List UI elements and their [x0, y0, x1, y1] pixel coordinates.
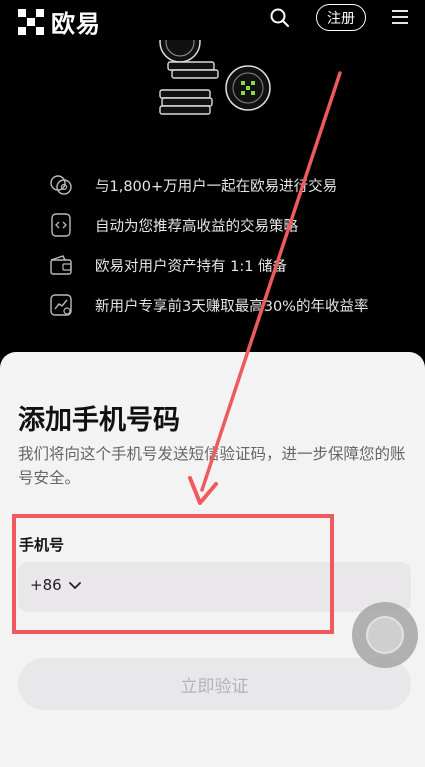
wallet-icon	[47, 251, 75, 279]
annotation-highlight-box	[12, 514, 334, 634]
brand-logo[interactable]: 欧易	[17, 4, 101, 39]
brand-name: 欧易	[51, 10, 101, 38]
feature-text: 欧易对用户资产持有 1:1 储备	[95, 258, 288, 275]
sheet-title: 添加手机号码	[18, 405, 180, 436]
feature-text: 与1,800+万用户一起在欧易进行交易	[95, 178, 338, 195]
feature-text: 新用户专享前3天赚取最高30%的年收益率	[95, 298, 369, 315]
feature-item: 新用户专享前3天赚取最高30%的年收益率	[47, 288, 387, 322]
signup-button[interactable]: 注册	[316, 4, 366, 31]
verify-button[interactable]: 立即验证	[18, 658, 411, 710]
assistive-touch-icon	[366, 616, 404, 654]
floating-assistive-button[interactable]	[352, 602, 418, 668]
sheet-description: 我们将向这个手机号发送短信验证码，进一步保障您的账号安全。	[18, 445, 406, 487]
strategy-doc-icon	[47, 211, 75, 239]
feature-text: 自动为您推荐高收益的交易策略	[95, 218, 298, 235]
top-bar: 欧易 注册	[0, 0, 425, 40]
feature-item: 欧易对用户资产持有 1:1 储备	[47, 248, 387, 282]
feature-item: 与1,800+万用户一起在欧易进行交易	[47, 168, 387, 202]
search-icon[interactable]	[268, 6, 292, 30]
users-coin-icon	[47, 171, 75, 199]
chart-badge-icon	[47, 291, 75, 319]
feature-item: 自动为您推荐高收益的交易策略	[47, 208, 387, 242]
okx-logo-icon	[18, 8, 44, 35]
menu-icon[interactable]	[391, 8, 409, 26]
coins-illustration	[159, 40, 271, 115]
